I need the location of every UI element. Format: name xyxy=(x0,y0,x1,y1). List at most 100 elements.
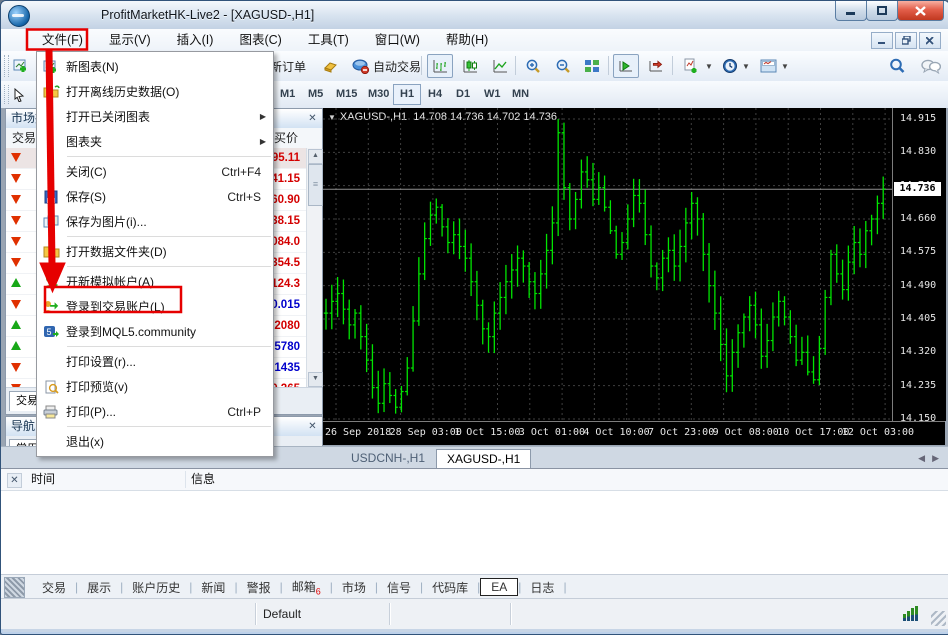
file-menu-item[interactable]: 打开离线历史数据(O) xyxy=(37,79,273,104)
file-menu-item[interactable]: 打开已关闭图表▶ xyxy=(37,104,273,129)
price-axis[interactable]: 14.91514.83014.74514.66014.57514.49014.4… xyxy=(892,108,946,421)
cursor-tool-button[interactable] xyxy=(8,83,30,107)
file-menu-item[interactable]: 退出(x) xyxy=(37,429,273,454)
line-chart-button[interactable] xyxy=(487,54,513,78)
file-menu-item[interactable]: 新图表(N) xyxy=(37,54,273,79)
chat-button[interactable] xyxy=(916,54,946,78)
terminal-tab-10[interactable]: EA xyxy=(480,578,518,596)
menubar-item-6[interactable]: 窗口(W) xyxy=(362,29,433,51)
terminal-tab-8[interactable]: 信号 xyxy=(378,578,420,597)
candle-chart-button[interactable] xyxy=(457,54,483,78)
chart-tab-1[interactable]: USDCNH-,H1 xyxy=(341,449,435,468)
indicators-button[interactable]: ▼ xyxy=(678,54,718,78)
zoom-out-button[interactable] xyxy=(550,54,576,78)
chart-shift-button[interactable] xyxy=(643,54,669,78)
autotrade-icon xyxy=(352,59,370,74)
folder-icon xyxy=(40,244,62,260)
new-chart-button[interactable] xyxy=(8,54,34,78)
line-chart-icon xyxy=(492,59,508,73)
terminal-close-icon[interactable]: ✕ xyxy=(7,473,22,488)
timeframe-button-d1[interactable]: D1 xyxy=(449,84,477,105)
file-menu-item[interactable]: 保存为图片(i)... xyxy=(37,209,273,234)
file-menu-item[interactable]: 打印(P)...Ctrl+P xyxy=(37,399,273,424)
close-button[interactable] xyxy=(897,1,944,21)
clock-icon xyxy=(722,58,738,74)
time-axis[interactable]: 26 Sep 201828 Sep 03:001 Oct 15:003 Oct … xyxy=(323,421,945,445)
menu-separator xyxy=(67,266,271,267)
scroll-down-icon[interactable]: ▼ xyxy=(308,372,323,387)
menubar-item-3[interactable]: 插入(I) xyxy=(164,29,227,51)
timeframe-button-m15[interactable]: M15 xyxy=(329,84,364,105)
terminal-tab-2[interactable]: 展示 xyxy=(78,578,120,597)
minimize-button[interactable] xyxy=(835,1,867,21)
menubar-item-7[interactable]: 帮助(H) xyxy=(433,29,501,51)
scroll-up-icon[interactable]: ▲ xyxy=(308,149,323,164)
timeframe-button-mn[interactable]: MN xyxy=(505,84,536,105)
navigator-close-icon[interactable]: ✕ xyxy=(306,420,319,433)
panel-grip-icon[interactable] xyxy=(4,577,25,598)
bid-column-header[interactable]: 买价 xyxy=(274,128,298,148)
tile-windows-button[interactable] xyxy=(579,54,605,78)
file-menu-item-label: 退出(x) xyxy=(66,433,104,450)
periods-button[interactable]: ▼ xyxy=(717,54,755,78)
timeframe-button-m30[interactable]: M30 xyxy=(361,84,396,105)
file-menu-item[interactable]: 登录到交易账户(L) xyxy=(37,294,273,319)
terminal-tab-1[interactable]: 交易 xyxy=(33,578,75,597)
template-icon xyxy=(760,59,777,73)
file-menu-item[interactable]: 打印设置(r)... xyxy=(37,349,273,374)
autotrading-button[interactable]: 自动交易 xyxy=(347,54,426,78)
terminal-tab-bar: 交易 | 展示 | 账户历史 | 新闻 | 警报 | 邮箱6 | 市场 | 信号… xyxy=(1,574,948,599)
market-watch-scrollbar[interactable]: ▲ ▼ xyxy=(306,148,322,388)
terminal-tab-4[interactable]: 新闻 xyxy=(192,578,234,597)
resize-grip[interactable] xyxy=(931,611,946,626)
arrow-down-icon xyxy=(11,363,21,372)
timeframe-button-m1[interactable]: M1 xyxy=(273,84,302,105)
file-menu-item[interactable]: 5登录到MQL5.community xyxy=(37,319,273,344)
chart-area[interactable]: ▼XAGUSD-,H1 14.708 14.736 14.702 14.736 xyxy=(323,108,892,421)
terminal-tab-5[interactable]: 警报 xyxy=(238,578,280,597)
restore-button[interactable] xyxy=(866,1,898,21)
timeframe-button-w1[interactable]: W1 xyxy=(477,84,508,105)
timeframe-button-h1[interactable]: H1 xyxy=(393,84,421,105)
autoscroll-button[interactable] xyxy=(613,54,639,78)
file-menu-item[interactable]: 开新模拟帐户(A) xyxy=(37,269,273,294)
menubar-item-1[interactable]: 文件(F) xyxy=(29,29,96,51)
market-watch-close-icon[interactable]: ✕ xyxy=(306,112,319,125)
file-menu-item[interactable]: 打开数据文件夹(D) xyxy=(37,239,273,264)
terminal-tab-9[interactable]: 代码库 xyxy=(423,578,477,597)
chart-tab-2[interactable]: XAGUSD-,H1 xyxy=(436,449,531,469)
mql5-icon: 5 xyxy=(40,324,62,340)
child-restore-button[interactable] xyxy=(895,32,917,49)
bar-chart-button[interactable] xyxy=(427,54,453,78)
search-button[interactable] xyxy=(884,54,910,78)
menubar-item-5[interactable]: 工具(T) xyxy=(295,29,362,51)
terminal-tab-6[interactable]: 邮箱6 xyxy=(283,577,330,597)
gold-icon[interactable] xyxy=(316,54,344,78)
tabs-scroll-left-icon[interactable]: ◀ xyxy=(918,453,925,464)
scroll-thumb[interactable] xyxy=(308,164,323,206)
file-menu-item[interactable]: 打印预览(v) xyxy=(37,374,273,399)
terminal-tab-11[interactable]: 日志 xyxy=(521,578,563,597)
file-menu-item[interactable]: 关闭(C)Ctrl+F4 xyxy=(37,159,273,184)
autoscroll-icon xyxy=(618,59,634,73)
terminal-panel: ✕ 时间 信息 xyxy=(1,468,948,575)
time-column-header[interactable]: 时间 xyxy=(31,469,55,490)
tabs-scroll-right-icon[interactable]: ▶ xyxy=(932,453,939,464)
timeframe-button-h4[interactable]: H4 xyxy=(421,84,449,105)
menubar-item-2[interactable]: 显示(V) xyxy=(96,29,164,51)
zoom-in-button[interactable] xyxy=(520,54,546,78)
terminal-tab-3[interactable]: 账户历史 xyxy=(123,578,189,597)
terminal-tab-7[interactable]: 市场 xyxy=(333,578,375,597)
candlestick-chart xyxy=(323,108,892,421)
file-menu-item[interactable]: 保存(S)Ctrl+S xyxy=(37,184,273,209)
child-close-button[interactable] xyxy=(919,32,941,49)
templates-button[interactable]: ▼ xyxy=(755,54,794,78)
message-column-header[interactable]: 信息 xyxy=(191,469,215,490)
menu-separator xyxy=(67,346,271,347)
child-minimize-button[interactable] xyxy=(871,32,893,49)
menubar-item-4[interactable]: 图表(C) xyxy=(226,29,294,51)
print-preview-icon xyxy=(40,379,62,395)
file-menu-item[interactable]: 图表夹▶ xyxy=(37,129,273,154)
template-status[interactable]: Default xyxy=(263,599,301,629)
timeframe-button-m5[interactable]: M5 xyxy=(301,84,330,105)
